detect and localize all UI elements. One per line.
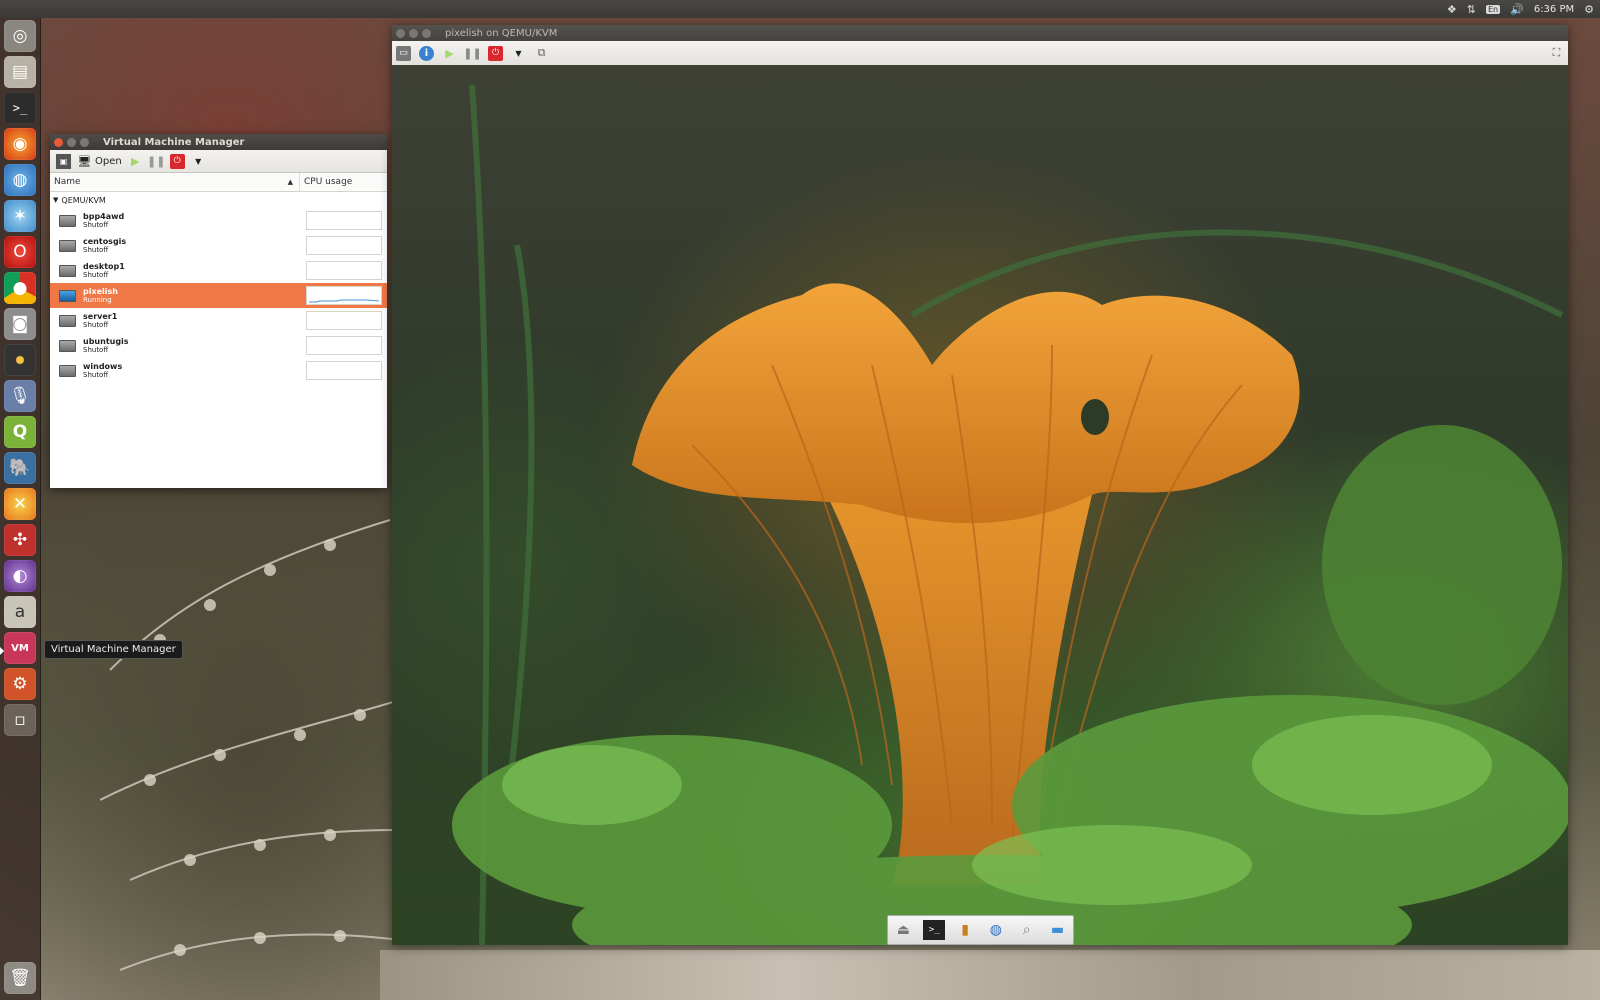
vmm-toolbar: ▣ 🖥 Open ▶ ❚❚ ⏻ ▼: [50, 150, 387, 173]
search-icon[interactable]: ⌕: [1016, 920, 1038, 940]
amazon-icon[interactable]: a: [4, 596, 36, 628]
cpu-usage-graph: [306, 311, 382, 330]
keyboard-language-indicator[interactable]: En: [1486, 4, 1501, 14]
cpu-usage-graph: [306, 236, 382, 255]
gear-icon[interactable]: ⚙: [1584, 3, 1594, 16]
connection-group-row[interactable]: ▼ QEMU/KVM: [50, 192, 387, 208]
vm-row[interactable]: desktop1 Shutoff: [50, 258, 387, 283]
viewer-titlebar[interactable]: pixelish on QEMU/KVM: [392, 25, 1568, 41]
name-column-header[interactable]: Name ▲: [50, 173, 300, 191]
vm-running-icon: [59, 289, 76, 302]
files-icon[interactable]: ▤: [4, 56, 36, 88]
snapshots-icon[interactable]: ⧉: [534, 46, 549, 61]
firefox-icon[interactable]: ◉: [4, 128, 36, 160]
terminal-icon[interactable]: >_: [923, 920, 946, 940]
launcher: ◎ ▤ >_ ◉ ◍ ✶ O ● ◙ 🎙 Q 🐘 ✕ ✣ ◐ a VM ⚙ ▫ …: [0, 18, 41, 1000]
opera-icon[interactable]: O: [4, 236, 36, 268]
vm-shutoff-icon: [59, 239, 76, 252]
virt-manager-icon[interactable]: VM: [4, 632, 36, 664]
run-icon[interactable]: ▶: [128, 154, 143, 169]
dropbox-icon[interactable]: ❖: [1447, 3, 1457, 16]
expander-chevron-down-icon[interactable]: ▼: [53, 196, 58, 204]
wallpaper-grass: [100, 519, 400, 971]
active-app-arrow-icon: [0, 647, 4, 655]
vm-shutoff-icon: [59, 264, 76, 277]
window-title: pixelish on QEMU/KVM: [445, 27, 558, 39]
guest-dock: ⏏ >_ ▮ ◍ ⌕ ▬: [887, 915, 1074, 945]
guest-wallpaper-chanterelle: [452, 84, 1568, 945]
trash-icon[interactable]: 🗑: [4, 962, 36, 994]
vm-row[interactable]: centosgis Shutoff: [50, 233, 387, 258]
info-icon[interactable]: i: [419, 45, 434, 61]
pause-icon[interactable]: ❚❚: [147, 154, 165, 169]
fullscreen-icon[interactable]: ⛶: [1549, 45, 1564, 60]
postgresql-icon[interactable]: 🐘: [4, 452, 36, 484]
cpu-usage-column-header[interactable]: CPU usage: [300, 173, 352, 191]
vm-row[interactable]: ubuntugis Shutoff: [50, 333, 387, 358]
close-icon[interactable]: [54, 137, 63, 147]
cpu-usage-sparkline: [309, 299, 380, 303]
chrome-icon[interactable]: ●: [4, 272, 36, 304]
qgis-icon[interactable]: Q: [4, 416, 36, 448]
close-icon[interactable]: [396, 28, 405, 38]
cpu-usage-graph: [306, 261, 382, 280]
text-editor-icon[interactable]: ▮: [954, 920, 976, 940]
terminal-icon[interactable]: >_: [4, 92, 36, 124]
vm-list-header: Name ▲ CPU usage: [50, 173, 387, 192]
minimize-icon[interactable]: [409, 28, 418, 38]
open-button[interactable]: 🖥 Open: [77, 154, 122, 169]
maximize-icon[interactable]: [422, 28, 431, 38]
vmm-titlebar[interactable]: Virtual Machine Manager: [50, 134, 387, 150]
shutdown-menu-chevron-down-icon[interactable]: ▼: [511, 46, 526, 61]
volume-icon[interactable]: 🔊: [1510, 3, 1524, 16]
guest-display[interactable]: ⏏ >_ ▮ ◍ ⌕ ▬: [392, 65, 1568, 945]
new-vm-icon[interactable]: ▣: [56, 153, 71, 169]
vm-row[interactable]: bpp4awd Shutoff: [50, 208, 387, 233]
system-settings-icon[interactable]: ⚙: [4, 668, 36, 700]
vm-row[interactable]: server1 Shutoff: [50, 308, 387, 333]
window-title: Virtual Machine Manager: [103, 136, 245, 148]
network-tool-icon[interactable]: ✣: [4, 524, 36, 556]
vm-row[interactable]: windows Shutoff: [50, 358, 387, 383]
music-player-icon[interactable]: [4, 344, 36, 376]
cpu-usage-graph: [306, 286, 382, 305]
xampp-icon[interactable]: ✕: [4, 488, 36, 520]
cpu-usage-graph: [306, 336, 382, 355]
vm-shutoff-icon: [59, 364, 76, 377]
network-icon[interactable]: ⇅: [1467, 3, 1476, 16]
shutdown-icon[interactable]: ⏻: [488, 45, 503, 61]
maximize-icon[interactable]: [80, 137, 89, 147]
camera-icon[interactable]: ◙: [4, 308, 36, 340]
cpu-usage-graph: [306, 211, 382, 230]
wallpaper-bottom-strip: [380, 950, 1600, 1000]
workspace-switcher-icon[interactable]: ▫: [4, 704, 36, 736]
vm-shutoff-icon: [59, 214, 76, 227]
shutdown-icon[interactable]: ⏻: [169, 153, 185, 169]
folder-icon[interactable]: ▬: [1047, 920, 1069, 940]
run-icon[interactable]: ▶: [442, 46, 457, 61]
chromium-icon[interactable]: ◍: [4, 164, 36, 196]
shutdown-menu-chevron-down-icon[interactable]: ▼: [191, 154, 206, 169]
top-panel: ❖ ⇅ En 🔊 6:36 PM ⚙: [0, 0, 1600, 18]
clock[interactable]: 6:36 PM: [1534, 4, 1574, 15]
microphone-icon[interactable]: 🎙: [4, 380, 36, 412]
vm-shutoff-icon: [59, 314, 76, 327]
dash-home-icon[interactable]: ◎: [4, 20, 36, 52]
eclipse-icon[interactable]: ◐: [4, 560, 36, 592]
launcher-tooltip: Virtual Machine Manager: [44, 640, 183, 659]
virtual-machine-manager-window: Virtual Machine Manager ▣ 🖥 Open ▶ ❚❚ ⏻ …: [50, 134, 387, 488]
vm-viewer-window: pixelish on QEMU/KVM ▭ i ▶ ❚❚ ⏻ ▼ ⧉ ⛶ ⏏ …: [392, 25, 1568, 945]
viewer-toolbar: ▭ i ▶ ❚❚ ⏻ ▼ ⧉ ⛶: [392, 41, 1568, 66]
cpu-usage-graph: [306, 361, 382, 380]
browser-icon[interactable]: ✶: [4, 200, 36, 232]
vm-shutoff-icon: [59, 339, 76, 352]
pause-icon[interactable]: ❚❚: [463, 46, 481, 61]
sort-ascending-icon: ▲: [287, 178, 293, 186]
vm-row-selected[interactable]: pixelish Running: [50, 283, 387, 308]
web-browser-icon[interactable]: ◍: [985, 920, 1007, 940]
console-monitor-icon[interactable]: ▭: [396, 45, 411, 61]
drive-icon[interactable]: ⏏: [892, 920, 914, 940]
minimize-icon[interactable]: [67, 137, 76, 147]
monitor-icon: 🖥: [77, 154, 92, 168]
